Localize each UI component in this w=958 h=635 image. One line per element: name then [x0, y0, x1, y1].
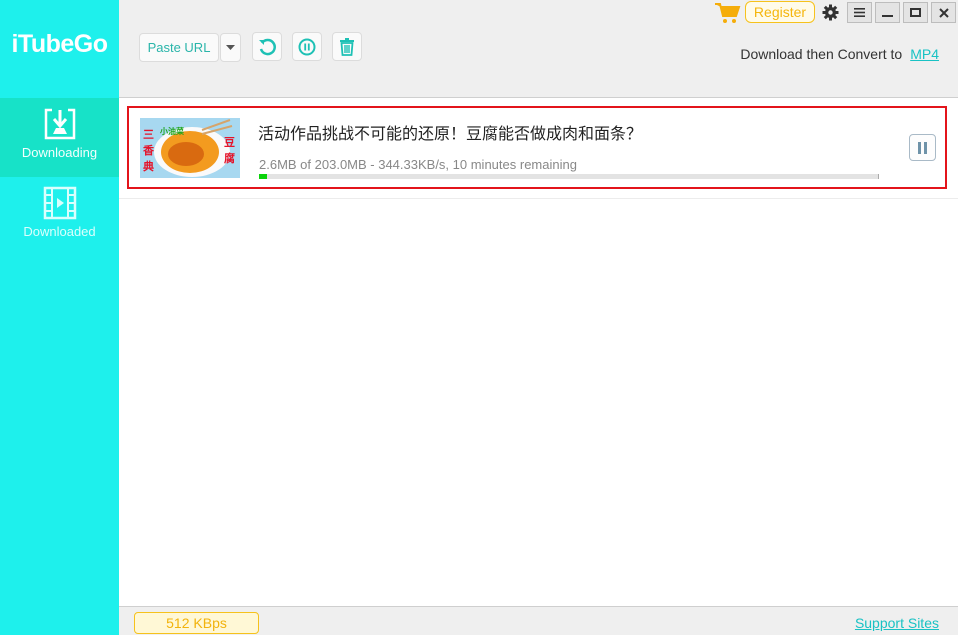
- gear-icon[interactable]: [822, 4, 839, 21]
- film-icon: [43, 186, 76, 220]
- pause-all-button[interactable]: [292, 32, 322, 61]
- caret-down-icon: [226, 44, 235, 50]
- paste-url-dropdown-button[interactable]: [220, 33, 241, 62]
- pause-download-button[interactable]: [909, 134, 936, 161]
- close-button[interactable]: [931, 2, 956, 23]
- minimize-icon: [882, 15, 893, 17]
- retry-button[interactable]: [252, 32, 282, 61]
- download-progress-bar: [259, 174, 879, 179]
- sidebar-item-downloaded[interactable]: Downloaded: [0, 177, 119, 256]
- thumbnail-text: 豆: [224, 136, 235, 149]
- thumbnail-text: 三: [143, 128, 154, 141]
- hamburger-icon: [854, 8, 865, 17]
- pause-icon-bar: [924, 141, 927, 154]
- video-thumbnail: 三 香 典 小油菜 豆 腐: [140, 118, 240, 178]
- support-sites-link[interactable]: Support Sites: [855, 615, 939, 631]
- toolbar: Paste URL Register Download then Convert…: [119, 0, 958, 98]
- sidebar-item-downloading[interactable]: Downloading: [0, 98, 119, 177]
- download-progress-fill: [259, 174, 268, 179]
- pause-icon-bar: [918, 141, 921, 154]
- convert-setting: Download then Convert to MP4: [740, 46, 939, 62]
- status-bar: 512 KBps Support Sites: [119, 606, 958, 635]
- sidebar-item-label: Downloaded: [23, 224, 96, 239]
- cart-icon[interactable]: [715, 2, 741, 24]
- convert-label: Download then Convert to: [740, 46, 903, 62]
- thumbnail-text: 腐: [224, 151, 235, 165]
- thumbnail-text: 典: [143, 159, 154, 173]
- maximize-button[interactable]: [903, 2, 928, 23]
- video-title: 活动作品挑战不可能的还原！豆腐能否做成肉和面条？: [258, 124, 643, 143]
- close-icon: [938, 7, 949, 18]
- menu-button[interactable]: [847, 2, 872, 23]
- register-button[interactable]: Register: [745, 1, 815, 23]
- minimize-button[interactable]: [875, 2, 900, 23]
- trash-icon: [340, 37, 354, 56]
- app-logo: iTubeGo: [11, 30, 108, 58]
- download-item[interactable]: 三 香 典 小油菜 豆 腐 活动作品挑战不可能的还原！豆腐能否做成肉和面条？ 2…: [127, 106, 947, 189]
- delete-button[interactable]: [332, 32, 362, 61]
- thumbnail-text: 小油菜: [159, 126, 184, 136]
- sidebar: iTubeGo Downloading Downloaded: [0, 0, 119, 635]
- maximize-icon: [910, 8, 921, 17]
- row-divider: [119, 198, 958, 199]
- thumbnail-image: 三 香 典 小油菜 豆 腐: [140, 118, 240, 178]
- download-icon: [44, 108, 75, 140]
- sidebar-item-label: Downloading: [21, 145, 98, 160]
- speed-limit-button[interactable]: 512 KBps: [134, 612, 259, 634]
- refresh-icon: [259, 38, 276, 55]
- paste-url-button[interactable]: Paste URL: [139, 33, 219, 62]
- convert-format-link[interactable]: MP4: [910, 46, 939, 62]
- download-status: 2.6MB of 203.0MB - 344.33KB/s, 10 minute…: [259, 157, 577, 172]
- thumbnail-text: 香: [142, 143, 155, 157]
- pause-circle-icon: [298, 38, 316, 55]
